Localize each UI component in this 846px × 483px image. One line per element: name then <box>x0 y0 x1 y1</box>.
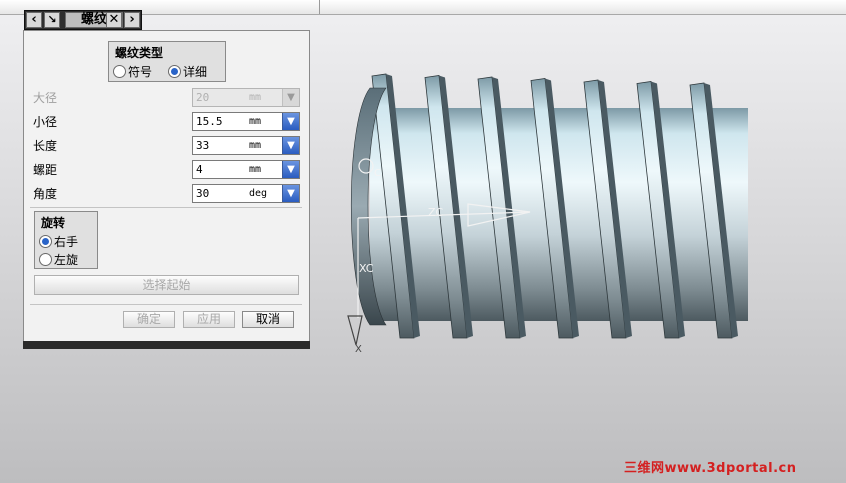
field-unit: mm <box>249 92 262 103</box>
field-unit: mm <box>249 140 262 151</box>
zc-axis-label: ZC <box>428 206 444 219</box>
divider <box>30 304 302 305</box>
rotation-option-label: 左旋 <box>54 252 79 267</box>
rotation-label: 旋转 <box>41 216 66 230</box>
field-value: 20 <box>196 91 210 104</box>
length-label: 长度 <box>33 139 58 153</box>
rotation-group: 旋转 右手 左旋 <box>34 211 98 269</box>
thread-type-option-label: 符号 <box>128 64 153 79</box>
angle-label: 角度 <box>33 187 58 201</box>
chevron-right-icon[interactable]: › <box>124 12 140 28</box>
field-value[interactable]: 30 <box>196 186 209 201</box>
field-value[interactable]: 4 <box>196 162 203 177</box>
down-arrow-icon: ▼ <box>282 89 299 106</box>
divider <box>30 207 302 208</box>
pitch-label: 螺距 <box>33 163 58 177</box>
radio-dot <box>168 64 181 78</box>
cancel-button[interactable]: 取消 <box>242 311 294 328</box>
thread-type-label: 螺纹类型 <box>115 46 164 60</box>
pin-icon[interactable]: ↘ <box>44 12 60 28</box>
dialog-titlebar[interactable]: ‹ ↘ 螺纹 ✕ › <box>24 10 142 30</box>
dialog-bottom-bar <box>23 341 310 349</box>
radio-dot <box>113 64 126 78</box>
down-arrow-icon[interactable]: ▼ <box>282 185 299 202</box>
field-value[interactable]: 15.5 <box>196 114 223 129</box>
field-unit: mm <box>249 116 262 127</box>
field-unit: mm <box>249 164 262 175</box>
minor-diameter-field[interactable]: 15.5 mm ▼ <box>192 112 300 131</box>
minor-diameter-label: 小径 <box>33 115 58 129</box>
rotation-left-hand-radio[interactable]: 左旋 <box>39 251 78 267</box>
thread-type-group: 螺纹类型 符号 详细 <box>108 41 226 82</box>
major-diameter-label: 大径 <box>33 91 58 105</box>
down-arrow-icon[interactable]: ▼ <box>282 137 299 154</box>
length-field[interactable]: 33 mm ▼ <box>192 136 300 155</box>
thread-type-detailed-radio[interactable]: 详细 <box>168 63 207 79</box>
site-watermark: 三维网www.3dportal.cn <box>624 461 797 476</box>
down-arrow-icon[interactable]: ▼ <box>282 161 299 178</box>
pitch-field[interactable]: 4 mm ▼ <box>192 160 300 179</box>
radio-dot <box>39 252 52 266</box>
rotation-option-label: 右手 <box>54 234 79 249</box>
thread-model[interactable] <box>350 73 748 339</box>
x-axis-label: X <box>355 344 362 355</box>
radio-dot <box>39 234 52 248</box>
thread-dialog: 螺纹类型 符号 详细 大径 20 mm ▼ 小径 15.5 mm ▼ 长度 33… <box>23 30 310 348</box>
down-arrow-icon[interactable]: ▼ <box>282 113 299 130</box>
ok-button[interactable]: 确定 <box>123 311 175 328</box>
toolbar-separator <box>319 0 320 14</box>
xc-axis-label: XC <box>359 262 374 275</box>
angle-field[interactable]: 30 deg ▼ <box>192 184 300 203</box>
apply-button[interactable]: 应用 <box>183 311 235 328</box>
thread-type-option-label: 详细 <box>183 64 208 79</box>
select-start-button[interactable]: 选择起始 <box>34 275 299 295</box>
chevron-left-icon[interactable]: ‹ <box>26 12 42 28</box>
close-icon[interactable]: ✕ <box>106 12 122 28</box>
rotation-right-hand-radio[interactable]: 右手 <box>39 233 78 249</box>
thread-type-symbolic-radio[interactable]: 符号 <box>113 63 152 79</box>
field-value[interactable]: 33 <box>196 138 209 153</box>
c-axis-label: C <box>374 168 381 179</box>
field-unit: deg <box>249 188 268 199</box>
major-diameter-field: 20 mm ▼ <box>192 88 300 107</box>
